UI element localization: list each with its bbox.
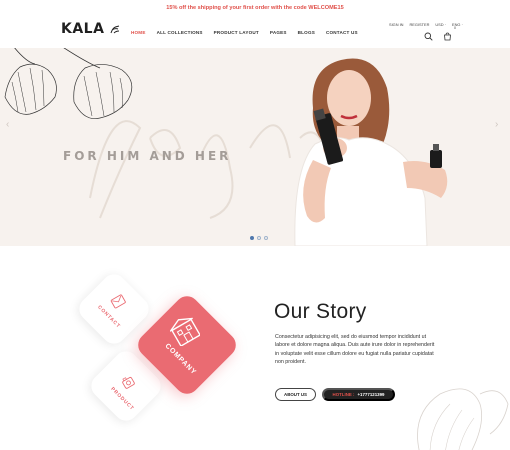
nav-home[interactable]: HOME — [131, 30, 146, 35]
currency-select[interactable]: USD · — [435, 22, 446, 27]
nav-product-layout[interactable]: PRODUCT LAYOUT — [214, 30, 259, 35]
logo-text: KALA — [61, 21, 105, 37]
nav-contact-us[interactable]: CONTACT US — [326, 30, 358, 35]
announcement-bar: 15% off the shipping of your first order… — [0, 0, 510, 16]
hero-slider[interactable]: ‹ › FOR HIM AND HER — [0, 48, 510, 246]
hotline-button[interactable]: HOTLINE : +1777121399 — [322, 388, 395, 401]
announcement-text: 15% off the shipping of your first order… — [166, 5, 344, 11]
hero-headline: FOR HIM AND HER — [63, 149, 232, 163]
nav-pages[interactable]: PAGES — [270, 30, 287, 35]
cart-count: 0 — [454, 26, 456, 30]
register-link[interactable]: REGISTER — [409, 22, 429, 27]
nav-all-collections[interactable]: ALL COLLECTIONS — [157, 30, 203, 35]
logo-flower-icon — [110, 25, 119, 33]
next-slide-icon[interactable]: › — [495, 119, 498, 130]
company-building-icon — [170, 317, 200, 346]
header-icons: 0 — [424, 26, 456, 41]
product-icon — [122, 377, 135, 389]
about-us-button[interactable]: ABOUT US — [275, 388, 316, 401]
sign-in-link[interactable]: SIGN IN — [389, 22, 403, 27]
our-story-section: CONTACT COMPANY PRODUCT Our Story Consec… — [0, 246, 510, 450]
main-nav: HOME ALL COLLECTIONS PRODUCT LAYOUT PAGE… — [131, 30, 358, 35]
nav-blogs[interactable]: BLOGS — [298, 30, 315, 35]
slider-dot[interactable] — [257, 236, 261, 240]
contact-icon — [110, 294, 126, 309]
story-title: Our Story — [274, 300, 367, 323]
account-links: SIGN IN REGISTER USD · ENG · — [389, 22, 463, 27]
hero-model-image — [294, 58, 448, 246]
prev-slide-icon[interactable]: ‹ — [6, 119, 9, 130]
site-logo[interactable]: KALA — [61, 21, 120, 37]
story-flower-illustration — [417, 388, 509, 450]
slider-dot[interactable] — [264, 236, 268, 240]
cart-icon[interactable]: 0 — [443, 26, 456, 41]
search-icon[interactable] — [424, 28, 434, 41]
slider-dots — [250, 236, 268, 240]
site-header: KALA HOME ALL COLLECTIONS PRODUCT LAYOUT… — [0, 16, 510, 48]
story-body: Consectetur adipisicing elit, sed do eiu… — [275, 334, 435, 366]
slider-dot[interactable] — [250, 236, 254, 240]
hotline-number: +1777121399 — [357, 392, 385, 397]
hotline-label: HOTLINE : — [332, 392, 355, 397]
